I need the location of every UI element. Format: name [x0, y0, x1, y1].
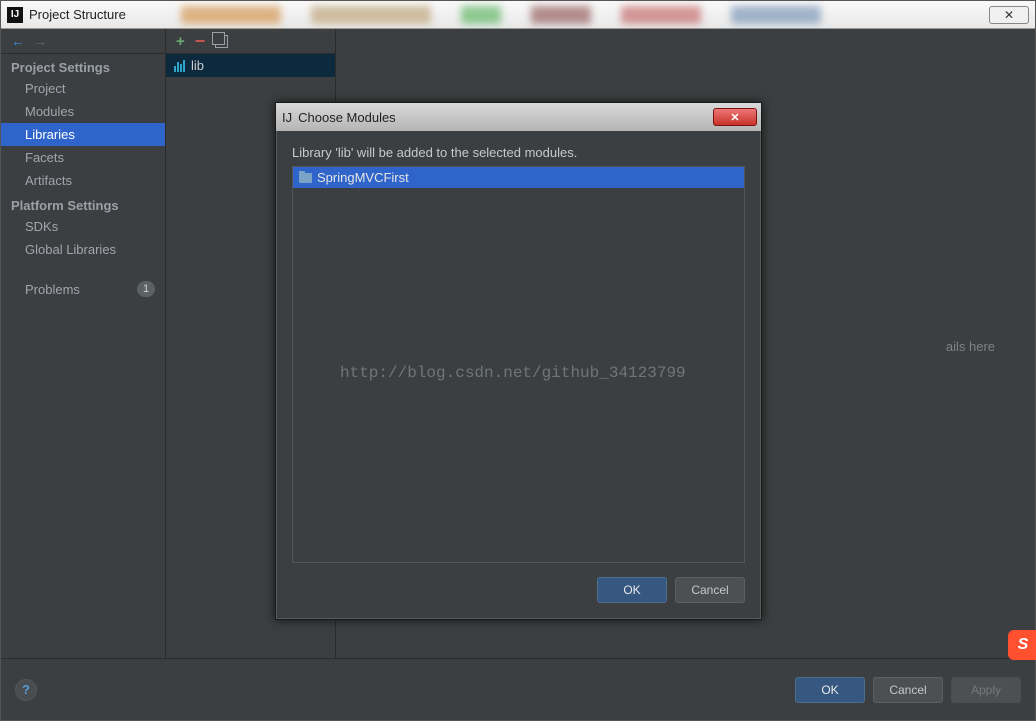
sidebar: ← → Project Settings Project Modules Lib…: [1, 29, 166, 658]
titlebar: IJ Project Structure ✕: [1, 1, 1035, 29]
back-icon[interactable]: ←: [11, 33, 25, 49]
sidebar-item-problems[interactable]: Problems 1: [1, 277, 165, 301]
problems-count-badge: 1: [137, 281, 155, 297]
bottom-buttons: OK Cancel Apply: [795, 677, 1021, 703]
module-item-springmvcfirst[interactable]: SpringMVCFirst: [293, 167, 744, 188]
section-project-settings: Project Settings: [1, 54, 165, 77]
dialog-message: Library 'lib' will be added to the selec…: [292, 145, 745, 160]
remove-icon[interactable]: −: [195, 36, 206, 46]
dialog-title: Choose Modules: [298, 110, 396, 125]
sidebar-item-libraries[interactable]: Libraries: [1, 123, 165, 146]
sidebar-item-modules[interactable]: Modules: [1, 100, 165, 123]
sidebar-item-facets[interactable]: Facets: [1, 146, 165, 169]
dialog-buttons: OK Cancel: [276, 563, 761, 619]
choose-modules-dialog: IJ Choose Modules ✕ Library 'lib' will b…: [275, 102, 762, 620]
ime-badge: S: [1008, 630, 1036, 660]
window-close-button[interactable]: ✕: [989, 6, 1029, 24]
sidebar-item-artifacts[interactable]: Artifacts: [1, 169, 165, 192]
details-placeholder: ails here: [946, 339, 995, 354]
sidebar-item-global-libraries[interactable]: Global Libraries: [1, 238, 165, 261]
bottom-bar: ? OK Cancel Apply: [1, 658, 1035, 720]
app-icon: IJ: [7, 7, 23, 23]
dialog-close-button[interactable]: ✕: [713, 108, 757, 126]
apply-button[interactable]: Apply: [951, 677, 1021, 703]
background-blur: [171, 1, 975, 28]
problems-label: Problems: [25, 282, 80, 297]
library-item-label: lib: [191, 58, 204, 73]
forward-icon[interactable]: →: [33, 33, 47, 49]
copy-icon[interactable]: [215, 35, 228, 48]
library-bars-icon: [174, 60, 185, 72]
module-item-label: SpringMVCFirst: [317, 170, 409, 185]
module-list[interactable]: SpringMVCFirst: [292, 166, 745, 563]
library-toolbar: + −: [166, 29, 335, 54]
sidebar-item-project[interactable]: Project: [1, 77, 165, 100]
dialog-app-icon: IJ: [282, 110, 292, 125]
sidebar-item-sdks[interactable]: SDKs: [1, 215, 165, 238]
cancel-button[interactable]: Cancel: [873, 677, 943, 703]
library-item-lib[interactable]: lib: [166, 54, 335, 77]
dialog-cancel-button[interactable]: Cancel: [675, 577, 745, 603]
window-title: Project Structure: [29, 7, 126, 22]
section-platform-settings: Platform Settings: [1, 192, 165, 215]
folder-icon: [299, 173, 312, 183]
dialog-body: Library 'lib' will be added to the selec…: [276, 131, 761, 563]
add-icon[interactable]: +: [176, 33, 185, 50]
dialog-ok-button[interactable]: OK: [597, 577, 667, 603]
dialog-titlebar: IJ Choose Modules ✕: [276, 103, 761, 131]
sidebar-toolbar: ← →: [1, 29, 165, 54]
help-icon[interactable]: ?: [15, 679, 37, 701]
ok-button[interactable]: OK: [795, 677, 865, 703]
